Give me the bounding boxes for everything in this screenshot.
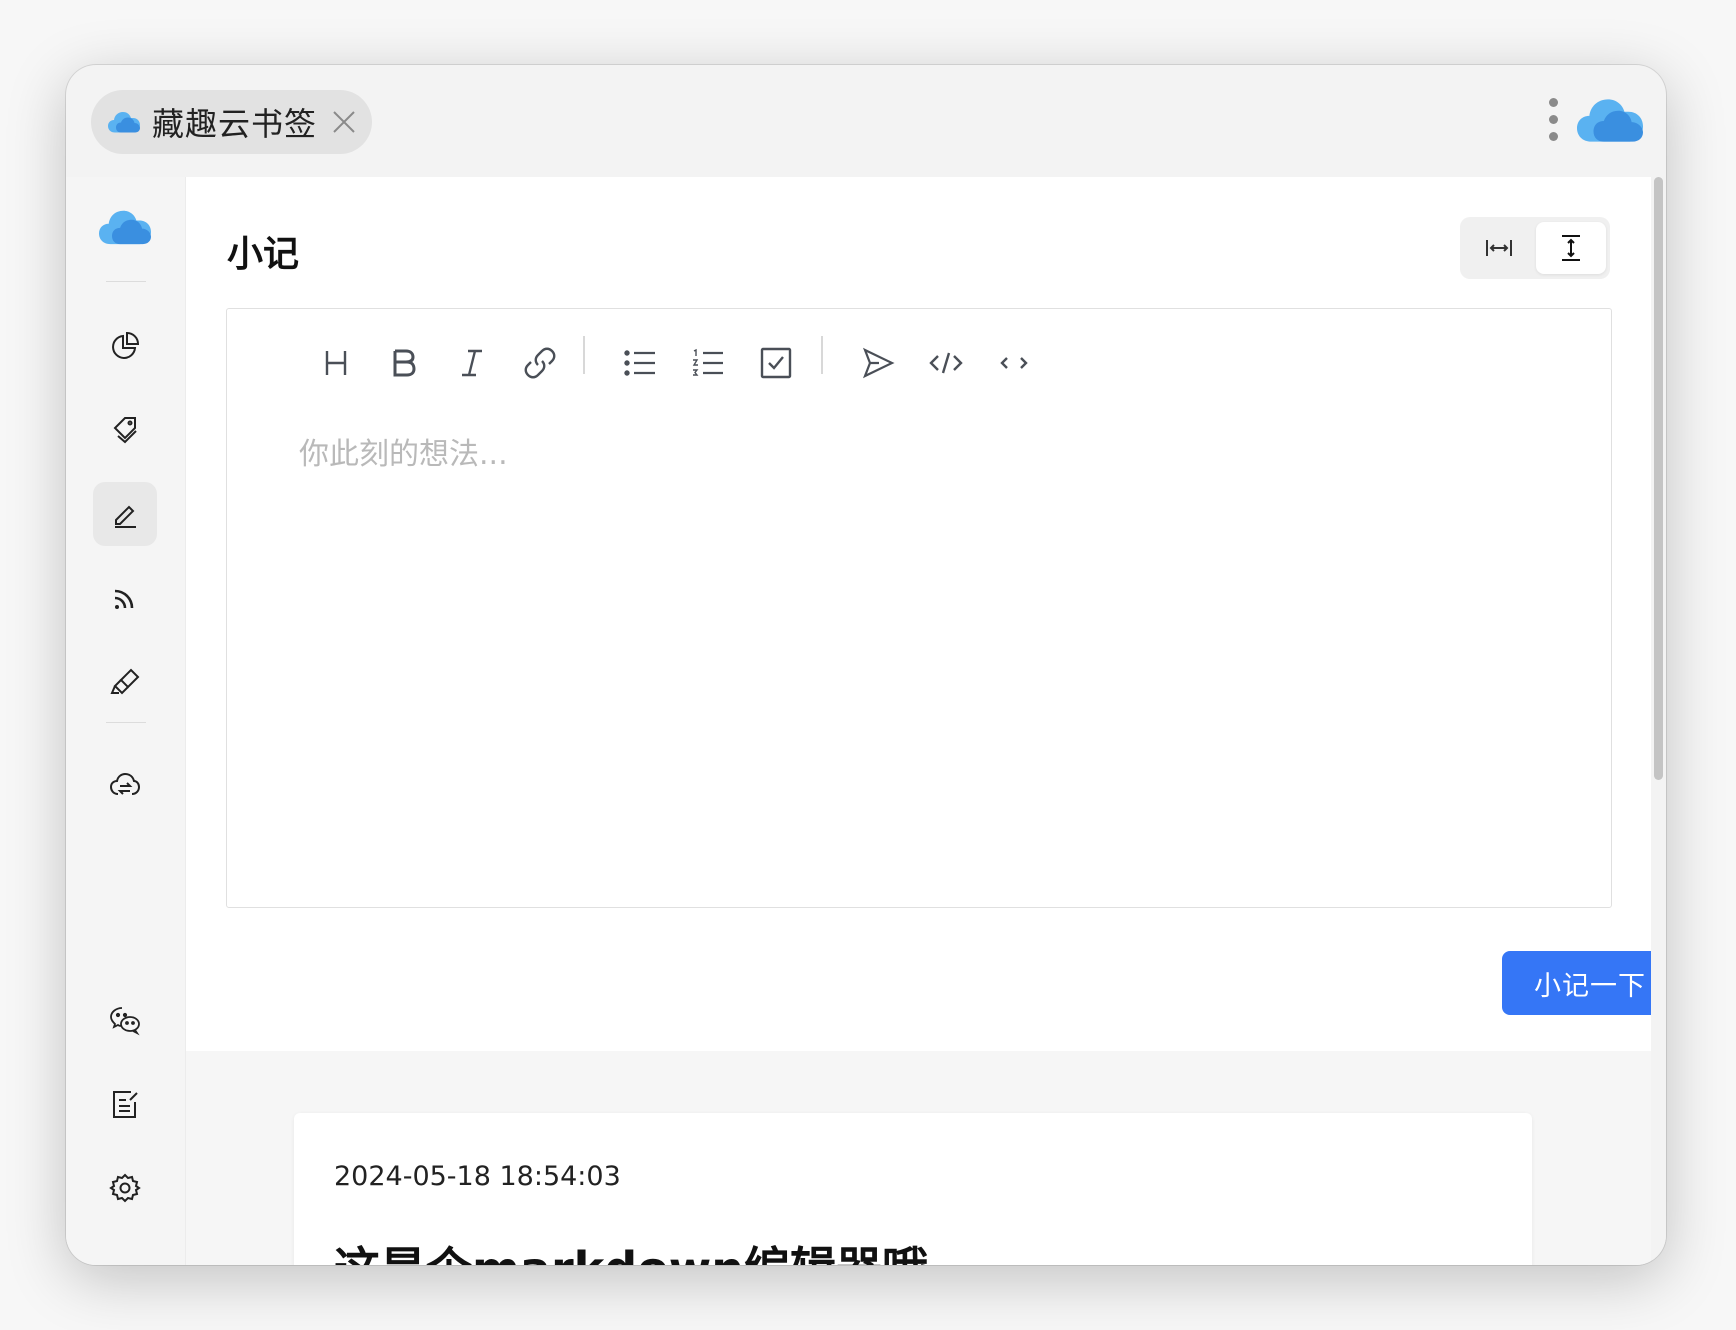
italic-icon xyxy=(462,349,482,377)
bullet-list-button[interactable] xyxy=(614,337,666,389)
sidebar-item-tags[interactable] xyxy=(93,398,157,462)
fit-height-option[interactable] xyxy=(1536,222,1606,274)
rss-icon xyxy=(114,589,134,609)
send-icon xyxy=(862,347,895,379)
fit-width-option[interactable] xyxy=(1464,222,1534,274)
code-block-icon xyxy=(929,352,963,374)
sidebar-item-dashboard[interactable] xyxy=(93,314,157,378)
fit-height-icon xyxy=(1562,235,1580,261)
link-button[interactable] xyxy=(514,337,566,389)
link-icon xyxy=(524,347,556,379)
heading-button[interactable] xyxy=(310,337,362,389)
cloud-sync-icon xyxy=(109,772,141,795)
toolbar-separator xyxy=(583,336,585,374)
cloud-logo-icon[interactable] xyxy=(99,207,151,247)
sidebar-item-settings[interactable] xyxy=(93,1156,157,1220)
cloud-logo-icon xyxy=(108,110,140,134)
scrollbar-thumb[interactable] xyxy=(1654,177,1663,780)
checkbox-button[interactable] xyxy=(750,337,802,389)
sidebar-divider xyxy=(106,722,146,723)
tags-icon xyxy=(113,417,137,444)
toolbar-separator xyxy=(821,336,823,374)
note-input[interactable] xyxy=(297,427,1581,871)
sidebar-item-notes[interactable] xyxy=(93,482,157,546)
cloud-logo-icon[interactable] xyxy=(1577,95,1643,145)
fit-width-icon xyxy=(1486,240,1512,256)
wechat-icon xyxy=(110,1007,140,1036)
heading-icon xyxy=(325,351,347,375)
sidebar-divider xyxy=(106,281,146,282)
page-title: 小记 xyxy=(227,234,300,275)
note-card[interactable]: 2024-05-18 18:54:03 这是个markdown编辑器哦 xyxy=(294,1113,1532,1265)
bold-button[interactable] xyxy=(378,337,430,389)
close-icon[interactable] xyxy=(331,109,357,135)
main-content: 小记 你此刻的想法... 小记一下 2024-05-18 18:54:03 xyxy=(186,177,1651,1265)
editor-panel: 小记 你此刻的想法... 小记一下 xyxy=(186,177,1651,1051)
code-block-button[interactable] xyxy=(920,337,972,389)
app-window: 藏趣云书签 小记 你此刻的想法... 小记一下 2024-05-18 18:54… xyxy=(66,65,1666,1265)
italic-button[interactable] xyxy=(446,337,498,389)
pen-icon xyxy=(115,505,136,528)
note-heading: 这是个markdown编辑器哦 xyxy=(334,1233,928,1265)
tab-title: 藏趣云书签 xyxy=(152,105,318,143)
markdown-editor xyxy=(226,308,1612,908)
inline-code-icon xyxy=(1000,357,1028,369)
gear-icon xyxy=(109,1173,141,1203)
inline-code-button[interactable] xyxy=(988,337,1040,389)
bullet-list-icon xyxy=(624,350,655,376)
send-button[interactable] xyxy=(852,337,904,389)
sidebar-item-wechat[interactable] xyxy=(93,988,157,1052)
checkbox-icon xyxy=(760,347,792,379)
view-toggle xyxy=(1460,217,1610,279)
submit-note-button[interactable]: 小记一下 xyxy=(1502,951,1651,1015)
bold-icon xyxy=(393,349,416,377)
sidebar-item-highlight[interactable] xyxy=(93,650,157,714)
sidebar-item-edit-doc[interactable] xyxy=(93,1072,157,1136)
sidebar-item-sync[interactable] xyxy=(93,754,157,818)
sidebar-item-rss[interactable] xyxy=(93,566,157,630)
ordered-list-button[interactable] xyxy=(682,337,734,389)
sidebar xyxy=(66,177,186,1265)
pie-chart-icon xyxy=(112,331,140,359)
edit-document-icon xyxy=(113,1091,138,1118)
more-vertical-icon[interactable] xyxy=(1547,98,1559,142)
note-timestamp: 2024-05-18 18:54:03 xyxy=(334,1161,621,1192)
browser-tab[interactable]: 藏趣云书签 xyxy=(91,90,372,154)
highlighter-icon xyxy=(110,668,140,695)
ordered-list-icon xyxy=(692,348,723,376)
